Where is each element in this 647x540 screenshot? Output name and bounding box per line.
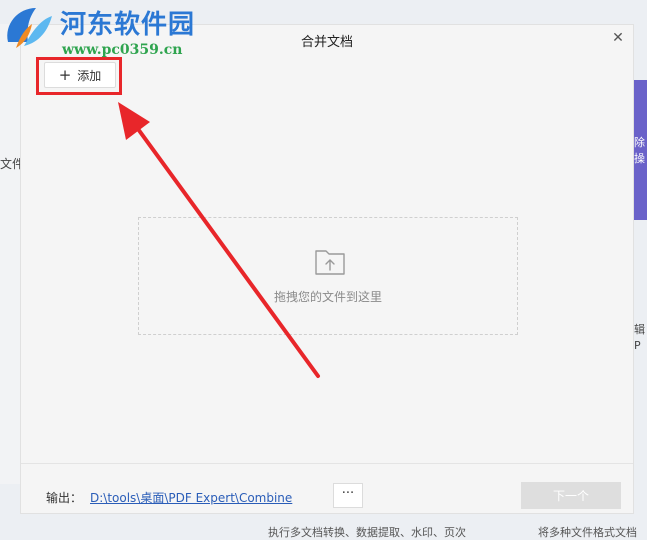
output-label: 输出： (46, 491, 83, 505)
close-button[interactable]: ✕ (609, 29, 627, 47)
highlight-annotation-box (36, 57, 122, 95)
watermark-url: www.pc0359.cn (62, 42, 183, 58)
watermark-logo-icon (7, 8, 52, 48)
next-button[interactable]: 下一个 (521, 482, 621, 509)
merge-documents-dialog: 合并文档 ✕ + 添加 拖拽您的文件到这里 输出： D:\tools\桌面\PD… (20, 24, 634, 514)
file-dropzone[interactable]: 拖拽您的文件到这里 (138, 217, 518, 335)
browse-output-button[interactable]: ··· (333, 483, 363, 508)
footer-divider (21, 463, 633, 464)
close-icon: ✕ (612, 30, 624, 46)
background-right-card-purple-label: 除 操 (634, 136, 645, 165)
background-right-card-gray-label: 辑 P (634, 323, 645, 352)
background-left-panel (0, 24, 20, 484)
output-path-link[interactable]: D:\tools\桌面\PDF Expert\Combine (90, 489, 292, 506)
watermark-title: 河东软件园 (60, 10, 196, 40)
folder-upload-icon (315, 250, 345, 275)
dropzone-hint: 拖拽您的文件到这里 (273, 290, 382, 304)
